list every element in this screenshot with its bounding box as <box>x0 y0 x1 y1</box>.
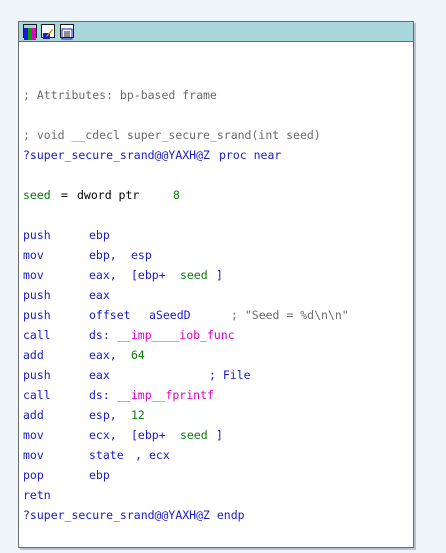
instruction-operand: ebp, <box>89 248 117 262</box>
instruction-operand: ; "Seed = %d\n\n" <box>231 308 349 322</box>
proc-keyword: proc near <box>219 148 282 162</box>
instruction-operand: ecx <box>149 448 170 462</box>
instruction-mnemonic: pop <box>23 468 44 482</box>
instruction-operand: aSeedD <box>149 308 191 322</box>
instruction-mnemonic: mov <box>23 248 44 262</box>
assembly-listing: ; Attributes: bp-based frame ; void __cd… <box>23 22 413 547</box>
instruction-mnemonic: push <box>23 368 51 382</box>
instruction-mnemonic: add <box>23 408 44 422</box>
attributes-comment: ; Attributes: bp-based frame <box>23 88 217 102</box>
instruction-operand: offset <box>89 308 131 322</box>
prototype-comment: ; void __cdecl super_secure_srand(int se… <box>23 128 321 142</box>
stack-var-type: dword ptr <box>77 188 140 202</box>
instruction-operand: [ebp+ <box>131 268 166 282</box>
instruction-mnemonic: push <box>23 288 51 302</box>
instruction-operand: ebp <box>89 228 110 242</box>
instruction-operand: eax <box>89 288 110 302</box>
proc-name[interactable]: ?super_secure_srand@@YAXH@Z <box>23 145 210 165</box>
instruction-operand: eax, <box>89 268 117 282</box>
proc-end-line[interactable]: ?super_secure_srand@@YAXH@Z endp <box>23 505 245 525</box>
instruction-operand: , <box>135 448 142 462</box>
instruction-mnemonic: push <box>23 308 51 322</box>
instruction-mnemonic: call <box>23 388 51 402</box>
instruction-operand: 64 <box>131 348 145 362</box>
instruction-operand: ebp <box>89 468 110 482</box>
instruction-mnemonic: push <box>23 228 51 242</box>
instruction-mnemonic: add <box>23 348 44 362</box>
stack-var-equals: = <box>61 188 68 202</box>
instruction-operand: ds: <box>89 388 110 402</box>
instruction-mnemonic: mov <box>23 268 44 282</box>
instruction-mnemonic: mov <box>23 428 44 442</box>
instruction-operand: esp <box>131 248 152 262</box>
instruction-operand: eax, <box>89 348 117 362</box>
instruction-operand: state <box>89 448 124 462</box>
stack-var-name[interactable]: seed <box>23 185 51 205</box>
instruction-operand: ecx, <box>89 428 117 442</box>
instruction-operand: ; File <box>209 368 251 382</box>
instruction-operand: ds: <box>89 328 110 342</box>
instruction-mnemonic: mov <box>23 448 44 462</box>
instruction-operand: esp, <box>89 408 117 422</box>
disassembly-window: ; Attributes: bp-based frame ; void __cd… <box>18 21 414 548</box>
instruction-operand: 12 <box>131 408 145 422</box>
instruction-operand: eax <box>89 368 110 382</box>
instruction-operand: ] <box>216 268 223 282</box>
stack-var-offset: 8 <box>173 188 180 202</box>
stack-var-line: seed = dword ptr 8 <box>23 185 180 205</box>
proc-start-line: ?super_secure_srand@@YAXH@Z proc near <box>23 145 281 165</box>
instruction-operand[interactable]: __imp____iob_func <box>117 325 235 345</box>
instruction-operand: [ebp+ <box>131 428 166 442</box>
instruction-operand: ] <box>216 428 223 442</box>
instruction-operand[interactable]: __imp__fprintf <box>117 385 214 405</box>
instruction-operand[interactable]: seed <box>180 265 208 285</box>
instruction-mnemonic: retn <box>23 488 51 502</box>
instruction-operand[interactable]: seed <box>180 425 208 445</box>
instruction-mnemonic: call <box>23 328 51 342</box>
